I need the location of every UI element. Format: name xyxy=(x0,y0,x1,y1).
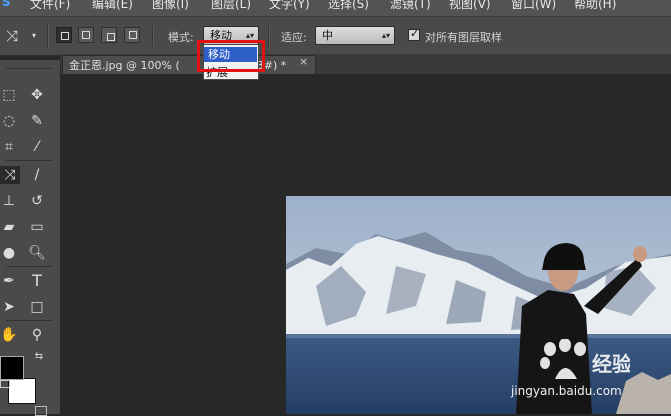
adapt-select[interactable]: 中 ▴▾ xyxy=(315,26,395,45)
toolbox-grip xyxy=(6,68,52,69)
clone-stamp-tool-icon[interactable]: ⊥ xyxy=(0,192,18,210)
separator xyxy=(152,25,154,47)
menu-help[interactable]: 帮助(H) xyxy=(574,0,616,12)
default-colors-icon[interactable] xyxy=(0,380,10,388)
lasso-tool-icon[interactable]: ◌ xyxy=(0,112,18,130)
gradient-tool-icon[interactable]: ▭ xyxy=(28,218,46,236)
content-aware-move-tool-icon[interactable]: ⤨ xyxy=(6,27,18,45)
quick-selection-tool-icon[interactable]: ✎ xyxy=(28,112,46,130)
crop-tool-icon[interactable]: ⌗ xyxy=(0,138,18,156)
sample-all-layers-checkbox[interactable] xyxy=(408,27,420,41)
eraser-tool-icon[interactable]: ▰ xyxy=(0,218,18,236)
menu-edit[interactable]: 编辑(E) xyxy=(92,0,133,12)
quick-mask-icon[interactable] xyxy=(35,406,47,416)
menu-view[interactable]: 视图(V) xyxy=(449,0,491,12)
marquee-tool-icon[interactable]: ⬚ xyxy=(0,86,18,104)
pen-tool-icon[interactable]: ✒ xyxy=(0,272,18,290)
content-aware-move-tool-icon[interactable]: ⤨ xyxy=(0,166,20,184)
separator xyxy=(47,25,49,47)
options-bar: ⤨ ▾ 模式: 移动 ▴▾ 适应: 中 ▴▾ 对所有图层取样 xyxy=(0,16,671,56)
menu-select[interactable]: 选择(S) xyxy=(328,0,369,12)
intersect-selection-button[interactable] xyxy=(124,27,140,43)
close-icon[interactable]: × xyxy=(299,55,308,68)
adapt-select-value: 中 xyxy=(322,29,333,42)
watermark-url: jingyan.baidu.com xyxy=(511,384,622,398)
background-color-swatch[interactable] xyxy=(8,378,36,404)
separator xyxy=(6,160,52,161)
separator xyxy=(268,25,270,47)
annotation-highlight-box xyxy=(197,40,265,72)
foreground-color-swatch[interactable] xyxy=(0,356,24,380)
updown-arrow-icon: ▴▾ xyxy=(381,31,390,40)
brush-tool-icon[interactable]: / xyxy=(28,166,46,184)
history-brush-tool-icon[interactable]: ↺ xyxy=(28,192,46,210)
path-selection-tool-icon[interactable]: ➤ xyxy=(0,298,18,316)
zoom-tool-icon[interactable]: ⚲ xyxy=(28,326,46,344)
new-selection-button[interactable] xyxy=(56,27,72,43)
type-tool-icon[interactable]: T xyxy=(28,272,46,290)
adapt-label: 适应: xyxy=(281,31,307,44)
blur-tool-icon[interactable]: ● xyxy=(0,244,18,262)
separator xyxy=(6,320,52,321)
move-tool-icon[interactable]: ✥ xyxy=(28,86,46,104)
hand-tool-icon[interactable]: ✋ xyxy=(0,326,18,344)
menu-file[interactable]: 文件(F) xyxy=(30,0,70,12)
menu-type[interactable]: 文字(Y) xyxy=(269,0,310,12)
baidu-paw-logo: 经验 xyxy=(540,339,630,379)
sample-all-layers-label: 对所有图层取样 xyxy=(425,31,502,44)
menu-layer[interactable]: 图层(L) xyxy=(211,0,251,12)
menu-bar: S 文件(F) 编辑(E) 图像(I) 图层(L) 文字(Y) 选择(S) 滤镜… xyxy=(0,0,671,16)
tool-preset-chevron-icon[interactable]: ▾ xyxy=(32,31,36,40)
mode-label: 模式: xyxy=(168,31,194,44)
rectangle-tool-icon[interactable]: □ xyxy=(28,298,46,316)
add-to-selection-button[interactable] xyxy=(78,27,94,43)
app-logo: S xyxy=(2,0,11,9)
swap-colors-icon[interactable]: ⇆ xyxy=(30,348,48,366)
eyedropper-tool-icon[interactable]: ⁄ xyxy=(28,138,46,156)
toolbox: ⬚ ✥ ◌ ✎ ⌗ ⁄ ⤨ / ⊥ ↺ ▰ ▭ ● 🔍︎ ✒ T ➤ □ ✋ ⚲… xyxy=(0,60,61,416)
dodge-tool-icon[interactable]: 🔍︎ xyxy=(28,244,46,262)
menu-window[interactable]: 窗口(W) xyxy=(511,0,556,12)
svg-text:经验: 经验 xyxy=(592,352,630,376)
subtract-from-selection-button[interactable] xyxy=(101,27,117,43)
menu-image[interactable]: 图像(I) xyxy=(152,0,189,12)
separator xyxy=(6,266,52,267)
menu-filter[interactable]: 滤镜(T) xyxy=(390,0,431,12)
